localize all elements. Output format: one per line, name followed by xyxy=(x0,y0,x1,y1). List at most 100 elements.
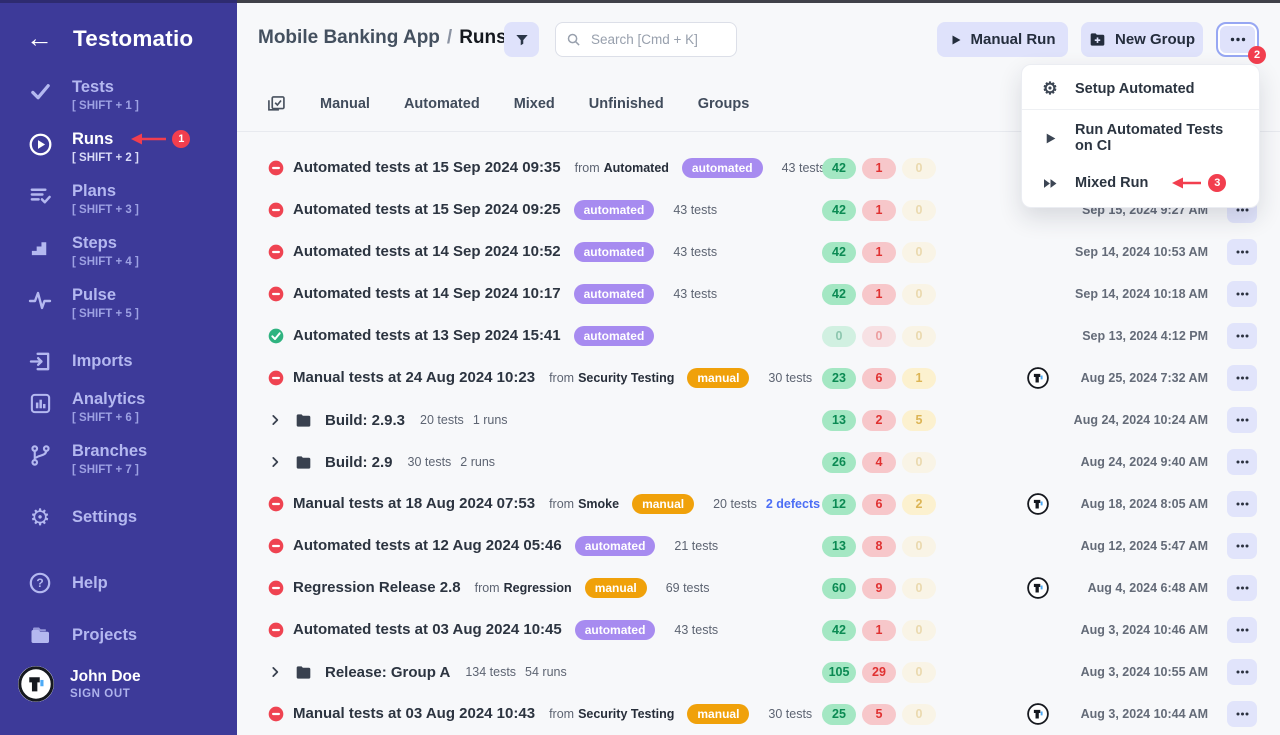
sidebar-nav-footer: ?Help Projects xyxy=(0,560,237,658)
tests-count: 134 tests xyxy=(465,665,516,679)
filter-button[interactable] xyxy=(504,22,539,57)
menu-item-run-automated-tests-on-ci[interactable]: Run Automated Tests on CI xyxy=(1022,112,1259,164)
tab-mixed[interactable]: Mixed xyxy=(514,96,555,112)
row-more-button[interactable] xyxy=(1227,365,1257,391)
stat-red-badge: 6 xyxy=(862,494,896,515)
ellipsis-icon xyxy=(1236,502,1249,506)
sidebar-item-shortcut: [ SHIFT + 2 ] xyxy=(72,152,190,164)
sign-out-link[interactable]: SIGN OUT xyxy=(70,688,141,700)
sidebar-item-runs[interactable]: Runs1[ SHIFT + 2 ] xyxy=(0,130,237,182)
stat-green-badge: 42 xyxy=(822,242,856,263)
run-row[interactable]: Automated tests at 14 Sep 2024 10:52auto… xyxy=(237,231,1280,273)
assignee-avatar xyxy=(1027,703,1049,725)
sidebar-item-projects[interactable]: Projects xyxy=(0,612,237,658)
run-stats: 4210 xyxy=(822,200,936,221)
chevron-right-icon[interactable] xyxy=(268,455,282,469)
manual-run-button[interactable]: Manual Run xyxy=(937,22,1068,57)
stat-green-badge: 13 xyxy=(822,410,856,431)
run-title[interactable]: Automated tests at 15 Sep 2024 09:25 xyxy=(293,201,561,218)
run-title[interactable]: Automated tests at 13 Sep 2024 15:41 xyxy=(293,327,561,344)
run-title[interactable]: Build: 2.9.3 xyxy=(325,412,405,429)
run-title[interactable]: Manual tests at 18 Aug 2024 07:53 xyxy=(293,495,535,512)
tests-count: 20 tests xyxy=(713,497,757,511)
run-title[interactable]: Automated tests at 12 Aug 2024 05:46 xyxy=(293,537,562,554)
row-more-button[interactable] xyxy=(1227,701,1257,727)
tab-automated[interactable]: Automated xyxy=(404,96,480,112)
menu-item-mixed-run[interactable]: Mixed Run3 xyxy=(1022,164,1259,202)
sidebar-item-imports[interactable]: Imports xyxy=(0,338,237,384)
run-title[interactable]: Regression Release 2.8 xyxy=(293,579,461,596)
status-failed-icon xyxy=(268,286,284,302)
row-more-button[interactable] xyxy=(1227,281,1257,307)
menu-item-setup-automated[interactable]: ⚙Setup Automated xyxy=(1022,70,1259,107)
row-more-button[interactable] xyxy=(1227,239,1257,265)
back-arrow-icon[interactable]: ← xyxy=(26,25,53,52)
run-row[interactable]: Automated tests at 14 Sep 2024 10:17auto… xyxy=(237,273,1280,315)
sidebar-item-analytics[interactable]: Analytics [ SHIFT + 6 ] xyxy=(0,390,237,442)
row-more-button[interactable] xyxy=(1227,323,1257,349)
breadcrumb: Mobile Banking App/Runs xyxy=(258,27,507,49)
run-title[interactable]: Automated tests at 15 Sep 2024 09:35 xyxy=(293,159,561,176)
row-more-button[interactable] xyxy=(1227,575,1257,601)
run-title[interactable]: Build: 2.9 xyxy=(325,454,393,471)
run-stats: 4210 xyxy=(822,242,936,263)
annotation-arrow-3: 3 xyxy=(1171,174,1226,192)
row-more-button[interactable] xyxy=(1227,659,1257,685)
assignee-avatar xyxy=(1027,577,1049,599)
group-row[interactable]: Build: 2.9.320 tests1 runs1325Aug 24, 20… xyxy=(237,399,1280,441)
tab-unfinished[interactable]: Unfinished xyxy=(589,96,664,112)
run-title[interactable]: Automated tests at 14 Sep 2024 10:17 xyxy=(293,285,561,302)
menu-item-label: Setup Automated xyxy=(1075,81,1195,97)
run-title[interactable]: Release: Group A xyxy=(325,664,450,681)
sidebar-item-tests[interactable]: Tests[ SHIFT + 1 ] xyxy=(0,78,237,130)
run-date: Sep 14, 2024 10:18 AM xyxy=(1075,287,1208,301)
stat-yellow-badge: 0 xyxy=(902,536,936,557)
tests-count: 43 tests xyxy=(673,203,717,217)
sidebar-item-steps[interactable]: Steps[ SHIFT + 4 ] xyxy=(0,234,237,286)
stat-yellow-badge: 0 xyxy=(902,326,936,347)
sidebar-user[interactable]: John Doe SIGN OUT xyxy=(0,666,237,702)
run-date: Aug 25, 2024 7:32 AM xyxy=(1081,371,1208,385)
row-more-button[interactable] xyxy=(1227,449,1257,475)
run-date: Aug 24, 2024 10:24 AM xyxy=(1074,413,1208,427)
run-row[interactable]: Automated tests at 12 Aug 2024 05:46auto… xyxy=(237,525,1280,567)
run-title[interactable]: Manual tests at 24 Aug 2024 10:23 xyxy=(293,369,535,386)
search-input[interactable] xyxy=(589,31,770,48)
sidebar-item-help[interactable]: ?Help xyxy=(0,560,237,606)
sidebar-item-shortcut: [ SHIFT + 6 ] xyxy=(72,412,145,424)
row-more-button[interactable] xyxy=(1227,533,1257,559)
run-row[interactable]: Automated tests at 13 Sep 2024 15:41auto… xyxy=(237,315,1280,357)
chevron-right-icon[interactable] xyxy=(268,665,282,679)
run-title[interactable]: Automated tests at 03 Aug 2024 10:45 xyxy=(293,621,562,638)
group-row[interactable]: Build: 2.930 tests2 runs2640Aug 24, 2024… xyxy=(237,441,1280,483)
defects-link[interactable]: 2 defects xyxy=(766,497,820,511)
stat-yellow-badge: 0 xyxy=(902,452,936,473)
tab-groups[interactable]: Groups xyxy=(698,96,750,112)
sidebar-item-plans[interactable]: Plans[ SHIFT + 3 ] xyxy=(0,182,237,234)
sidebar-item-label: Pulse xyxy=(72,286,116,305)
run-title[interactable]: Manual tests at 03 Aug 2024 10:43 xyxy=(293,705,535,722)
group-row[interactable]: Release: Group A134 tests54 runs105290Au… xyxy=(237,651,1280,693)
run-row[interactable]: Manual tests at 24 Aug 2024 10:23fromSec… xyxy=(237,357,1280,399)
run-row[interactable]: Regression Release 2.8fromRegressionmanu… xyxy=(237,567,1280,609)
pulse-icon xyxy=(26,288,54,312)
sidebar-item-branches[interactable]: Branches[ SHIFT + 7 ] xyxy=(0,442,237,494)
breadcrumb-project[interactable]: Mobile Banking App xyxy=(258,27,440,48)
run-date: Aug 3, 2024 10:55 AM xyxy=(1081,665,1208,679)
run-row[interactable]: Manual tests at 03 Aug 2024 10:43fromSec… xyxy=(237,693,1280,735)
more-actions-button[interactable]: 2 xyxy=(1216,22,1259,57)
copy-check-icon[interactable] xyxy=(266,94,286,114)
chevron-right-icon[interactable] xyxy=(268,413,282,427)
run-row[interactable]: Automated tests at 03 Aug 2024 10:45auto… xyxy=(237,609,1280,651)
run-title[interactable]: Automated tests at 14 Sep 2024 10:52 xyxy=(293,243,561,260)
row-more-button[interactable] xyxy=(1227,491,1257,517)
row-more-button[interactable] xyxy=(1227,407,1257,433)
sidebar-item-label: Analytics xyxy=(72,390,145,409)
run-row[interactable]: Manual tests at 18 Aug 2024 07:53fromSmo… xyxy=(237,483,1280,525)
sidebar-item-settings[interactable]: ⚙Settings xyxy=(0,494,237,540)
row-more-button[interactable] xyxy=(1227,617,1257,643)
search-box xyxy=(555,22,737,57)
tab-manual[interactable]: Manual xyxy=(320,96,370,112)
new-group-button[interactable]: New Group xyxy=(1081,22,1203,57)
sidebar-item-pulse[interactable]: Pulse[ SHIFT + 5 ] xyxy=(0,286,237,338)
